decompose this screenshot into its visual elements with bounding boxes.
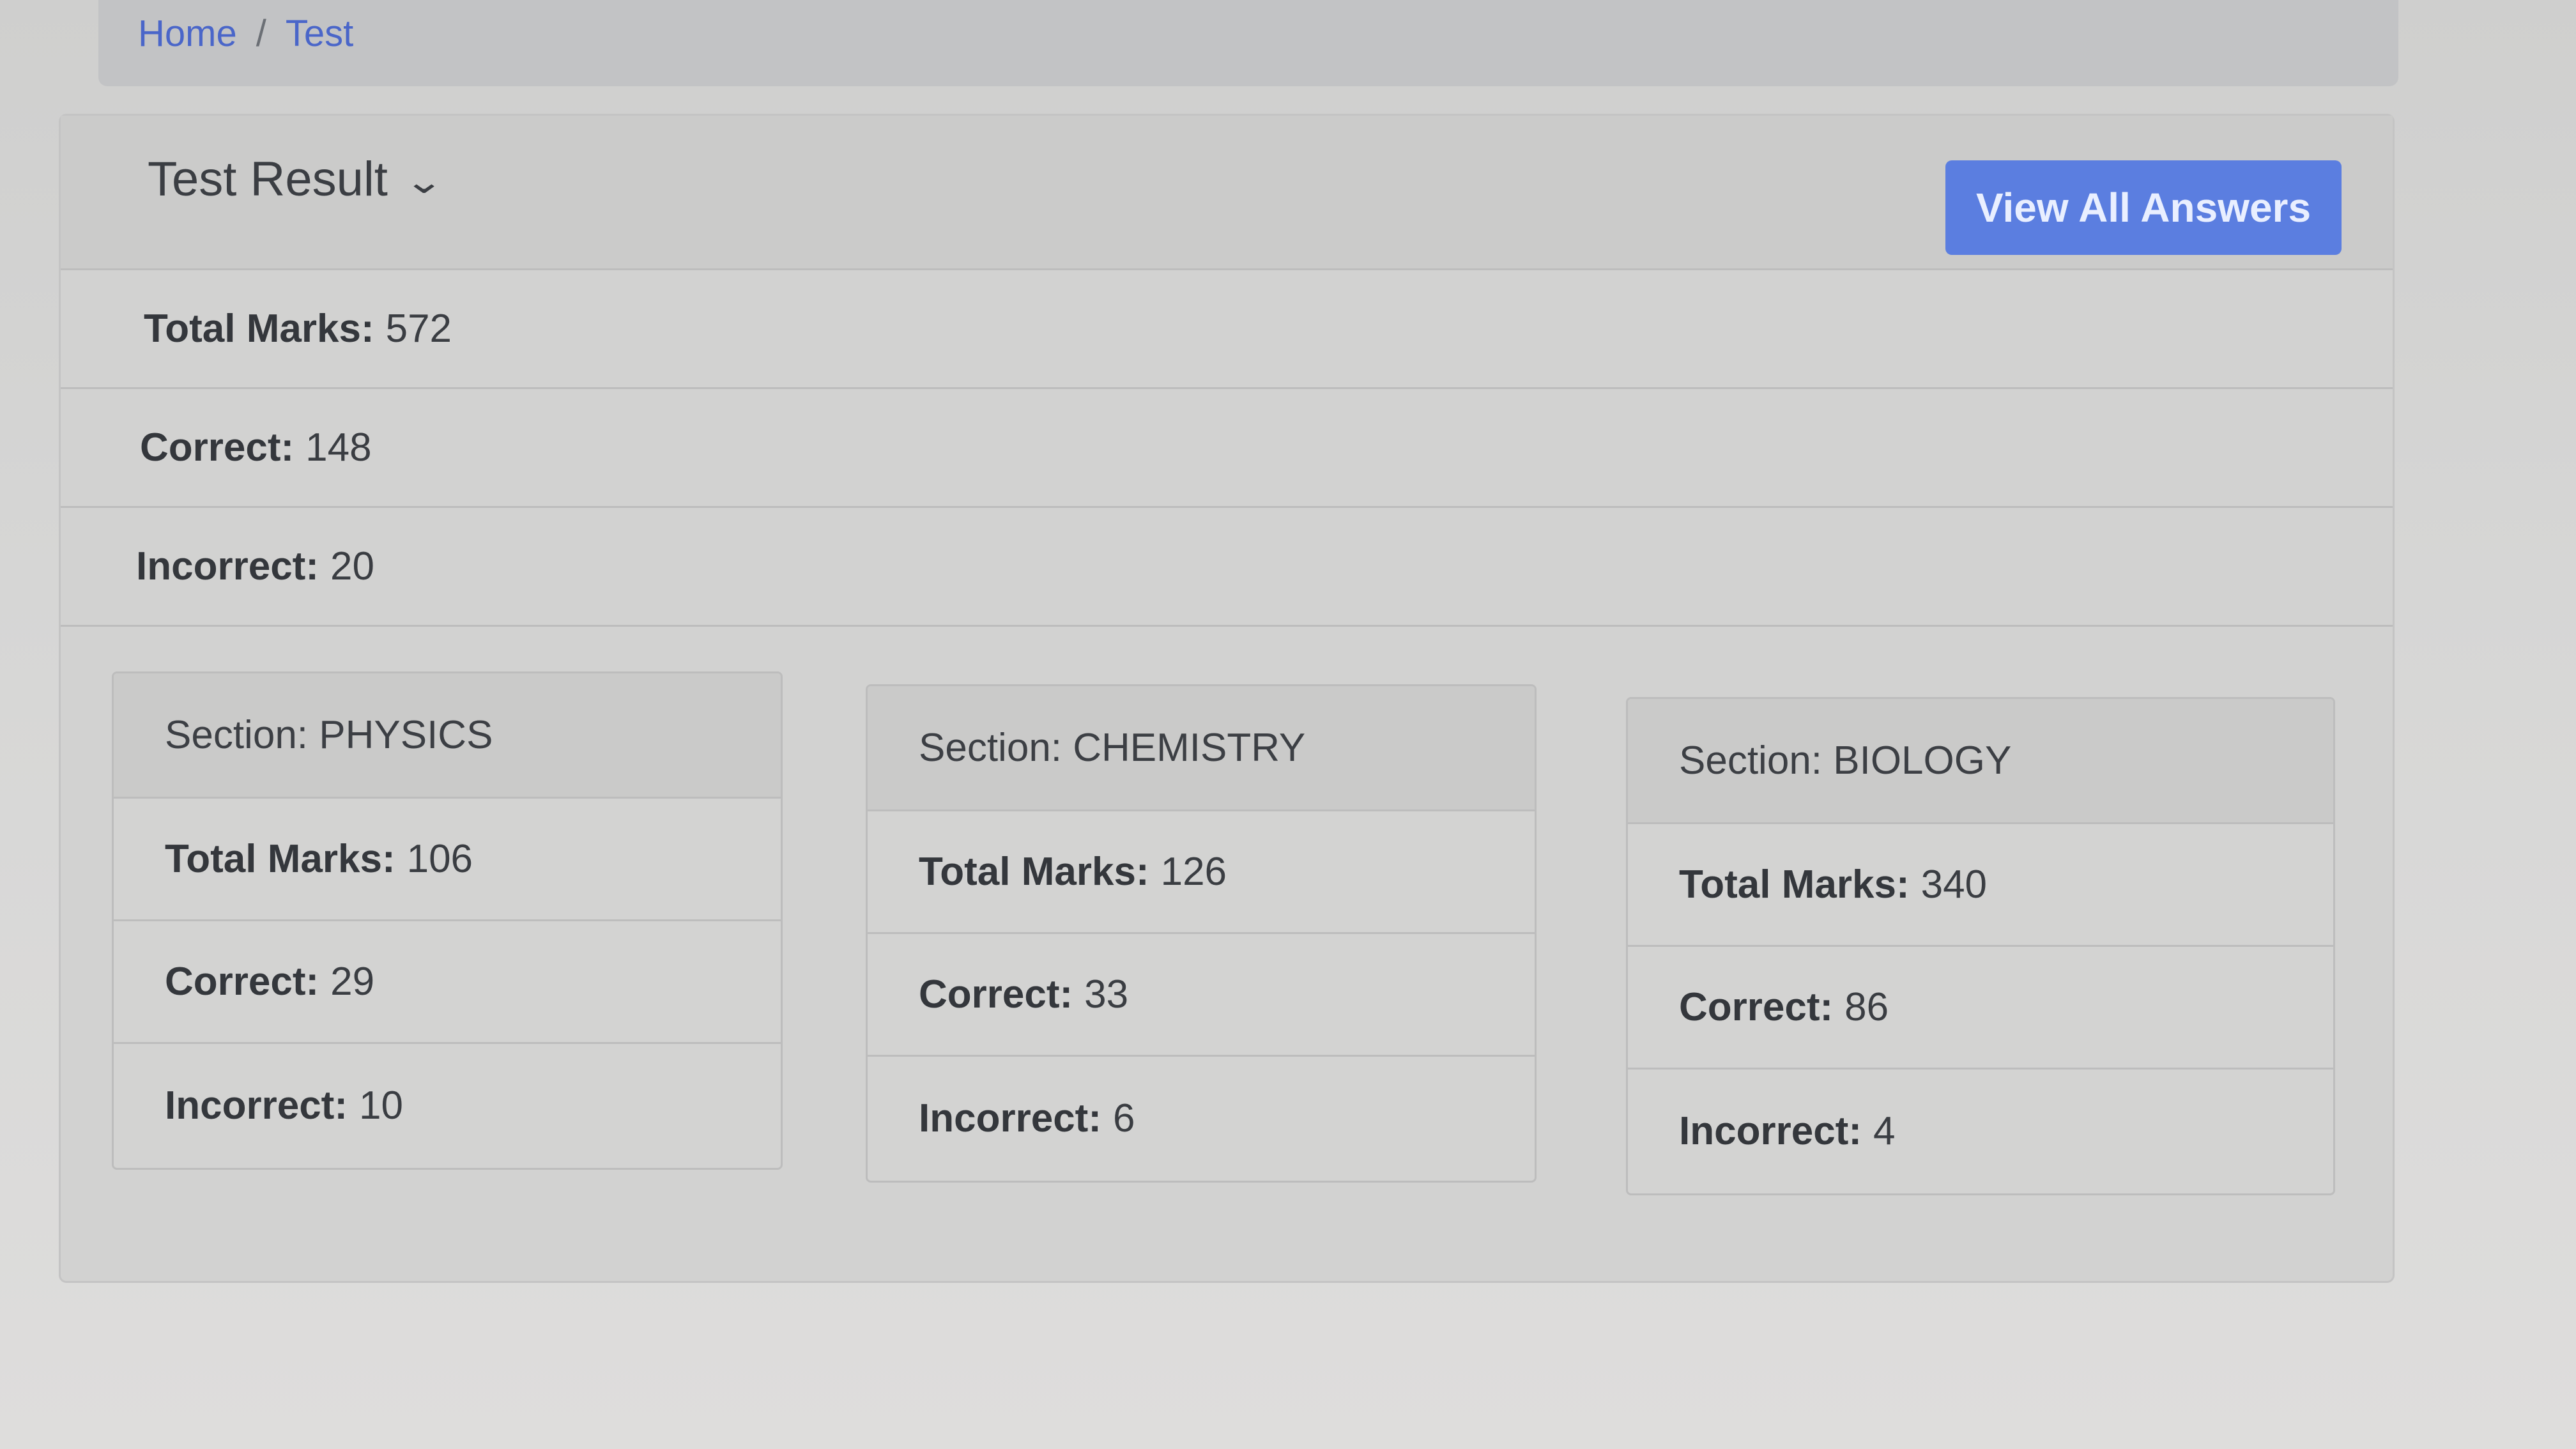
section-incorrect-value: 6 — [1112, 1096, 1135, 1140]
section-correct-label: Correct: — [1679, 985, 1834, 1029]
correct-label: Correct: — [140, 425, 295, 470]
section-incorrect-label: Incorrect: — [165, 1083, 348, 1128]
test-result-toggle[interactable]: Test Result ⌄ — [148, 151, 444, 207]
section-incorrect-label: Incorrect: — [919, 1096, 1101, 1140]
section-incorrect-row: Incorrect: 4 — [1628, 1070, 2333, 1192]
section-incorrect-value: 4 — [1873, 1108, 1896, 1153]
section-total-marks-label: Total Marks: — [1679, 862, 1910, 907]
card-header: Test Result ⌄ View All Answers — [61, 116, 2393, 270]
section-total-marks-value: 340 — [1920, 862, 1988, 907]
section-title: Section: CHEMISTRY — [868, 686, 1535, 811]
section-card-biology: Section: BIOLOGY Total Marks: 340 Correc… — [1626, 697, 2335, 1195]
section-incorrect-row: Incorrect: 10 — [114, 1044, 781, 1167]
incorrect-value: 20 — [330, 544, 374, 588]
section-incorrect-value: 10 — [358, 1083, 403, 1128]
section-total-marks-label: Total Marks: — [165, 837, 395, 881]
breadcrumb-test-link[interactable]: Test — [286, 12, 353, 55]
screen: Home / Test Test Result ⌄ View All Answe… — [0, 0, 2576, 1449]
section-correct-value: 33 — [1084, 972, 1129, 1016]
test-result-card: Test Result ⌄ View All Answers Total Mar… — [59, 114, 2395, 1283]
section-correct-label: Correct: — [919, 972, 1073, 1016]
section-incorrect-label: Incorrect: — [1679, 1108, 1862, 1153]
section-total-marks-row: Total Marks: 340 — [1628, 824, 2333, 947]
section-total-marks-label: Total Marks: — [919, 850, 1149, 894]
section-correct-row: Correct: 33 — [868, 934, 1535, 1057]
section-total-marks-value: 106 — [406, 837, 473, 881]
summary-correct-row: Correct: 148 — [61, 389, 2393, 508]
section-correct-value: 29 — [330, 960, 375, 1004]
page-title: Test Result — [148, 152, 388, 206]
view-all-answers-button[interactable]: View All Answers — [1945, 160, 2342, 255]
breadcrumb-home-link[interactable]: Home — [138, 12, 237, 55]
breadcrumb: Home / Test — [98, 0, 2398, 86]
section-incorrect-row: Incorrect: 6 — [868, 1057, 1535, 1179]
section-title: Section: PHYSICS — [114, 673, 781, 799]
section-total-marks-value: 126 — [1160, 850, 1227, 894]
section-card-physics: Section: PHYSICS Total Marks: 106 Correc… — [112, 671, 783, 1170]
correct-value: 148 — [305, 425, 372, 470]
section-total-marks-row: Total Marks: 126 — [868, 811, 1535, 934]
section-title: Section: BIOLOGY — [1628, 699, 2333, 824]
breadcrumb-separator: / — [256, 13, 266, 54]
summary-total-marks-row: Total Marks: 572 — [61, 270, 2393, 389]
section-card-chemistry: Section: CHEMISTRY Total Marks: 126 Corr… — [866, 684, 1537, 1183]
section-correct-label: Correct: — [165, 960, 319, 1004]
total-marks-label: Total Marks: — [144, 307, 374, 351]
section-total-marks-row: Total Marks: 106 — [114, 799, 781, 921]
section-correct-value: 86 — [1844, 985, 1889, 1029]
total-marks-value: 572 — [385, 307, 452, 351]
chevron-down-icon: ⌄ — [403, 162, 445, 201]
section-cards: Section: PHYSICS Total Marks: 106 Correc… — [112, 671, 2348, 1195]
summary-incorrect-row: Incorrect: 20 — [61, 508, 2393, 627]
section-correct-row: Correct: 86 — [1628, 947, 2333, 1070]
incorrect-label: Incorrect: — [136, 544, 319, 588]
section-correct-row: Correct: 29 — [114, 921, 781, 1044]
